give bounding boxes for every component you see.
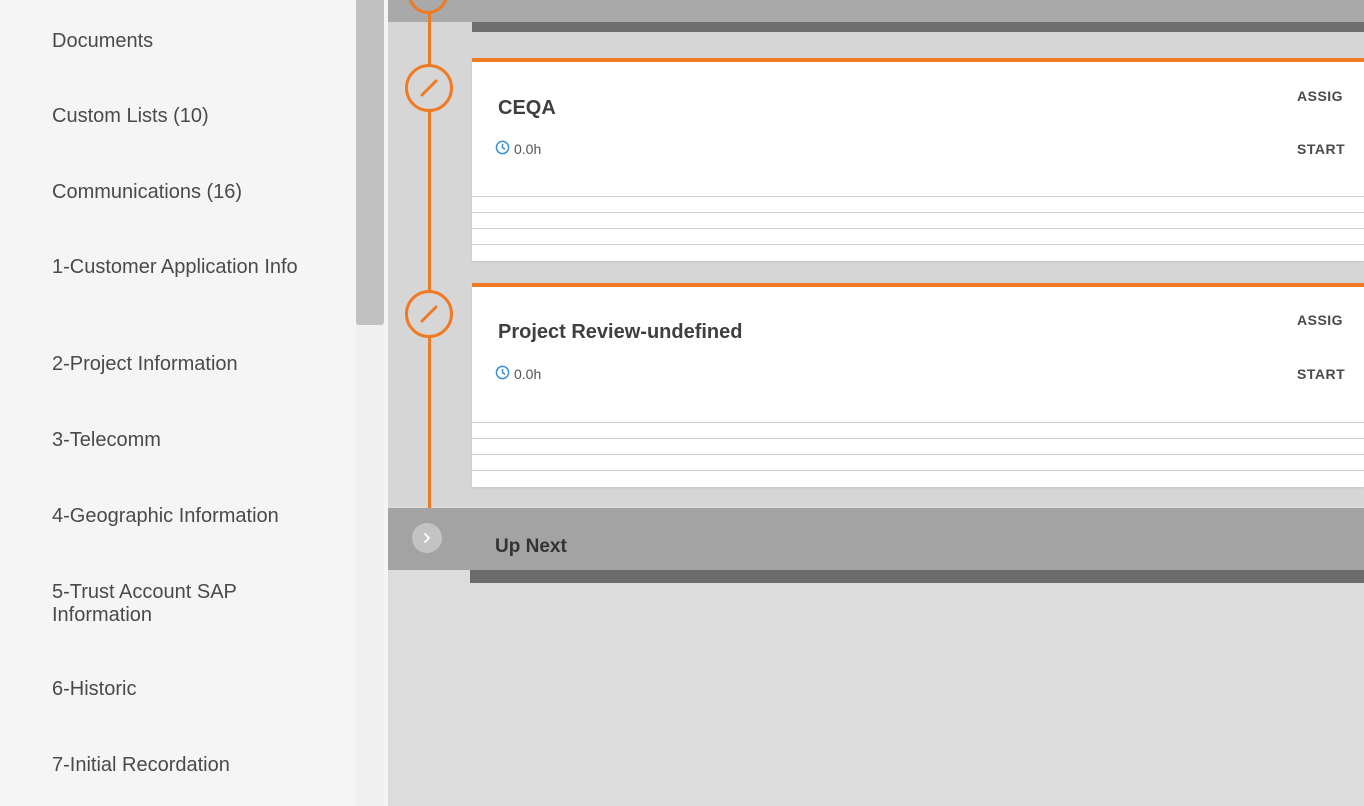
divider xyxy=(472,244,1364,245)
divider xyxy=(472,422,1364,423)
divider xyxy=(472,470,1364,471)
sidebar-item-project-information[interactable]: 2-Project Information xyxy=(52,353,342,376)
clock-icon xyxy=(495,365,510,383)
assigned-label: ASSIG xyxy=(1297,312,1344,328)
task-hours: 0.0h xyxy=(514,366,542,382)
section-header-underline xyxy=(472,22,1364,32)
sidebar-item-initial-recordation[interactable]: 7-Initial Recordation xyxy=(52,754,342,777)
sidebar-item-trust-account-sap-information[interactable]: 5-Trust Account SAP Information xyxy=(52,581,342,627)
sidebar-item-geographic-information[interactable]: 4-Geographic Information xyxy=(52,505,342,528)
pencil-icon[interactable] xyxy=(405,290,453,338)
sidebar-scrollbar-thumb[interactable] xyxy=(356,0,384,325)
sidebar-item-documents[interactable]: Documents xyxy=(52,30,342,53)
task-title: CEQA xyxy=(498,97,556,119)
sidebar-item-customer-application-info[interactable]: 1-Customer Application Info xyxy=(52,256,342,279)
task-time: 0.0h xyxy=(495,140,541,158)
start-label: START xyxy=(1297,141,1346,157)
sidebar-item-communications[interactable]: Communications (16) xyxy=(52,181,342,204)
section-header-bar xyxy=(388,0,1364,22)
start-label: START xyxy=(1297,366,1346,382)
assigned-label: ASSIG xyxy=(1297,88,1344,104)
chevron-right-icon[interactable] xyxy=(412,523,442,553)
task-time: 0.0h xyxy=(495,365,541,383)
up-next-underline xyxy=(470,570,1364,583)
task-card[interactable]: Project Review-undefined 0.0h ASSIG STAR… xyxy=(472,283,1364,487)
clock-icon xyxy=(495,140,510,158)
sidebar-item-telecomm[interactable]: 3-Telecomm xyxy=(52,429,342,452)
sidebar-item-historic[interactable]: 6-Historic xyxy=(52,678,342,701)
divider xyxy=(472,454,1364,455)
divider xyxy=(472,438,1364,439)
up-next-label: Up Next xyxy=(495,536,567,557)
divider xyxy=(472,212,1364,213)
divider xyxy=(472,196,1364,197)
task-hours: 0.0h xyxy=(514,141,542,157)
sidebar-item-custom-lists[interactable]: Custom Lists (10) xyxy=(52,105,342,128)
pencil-icon[interactable] xyxy=(405,64,453,112)
divider xyxy=(472,228,1364,229)
sidebar: Documents Custom Lists (10) Communicatio… xyxy=(0,0,388,806)
task-card[interactable]: CEQA 0.0h ASSIG START xyxy=(472,58,1364,261)
task-title: Project Review-undefined xyxy=(498,321,743,343)
